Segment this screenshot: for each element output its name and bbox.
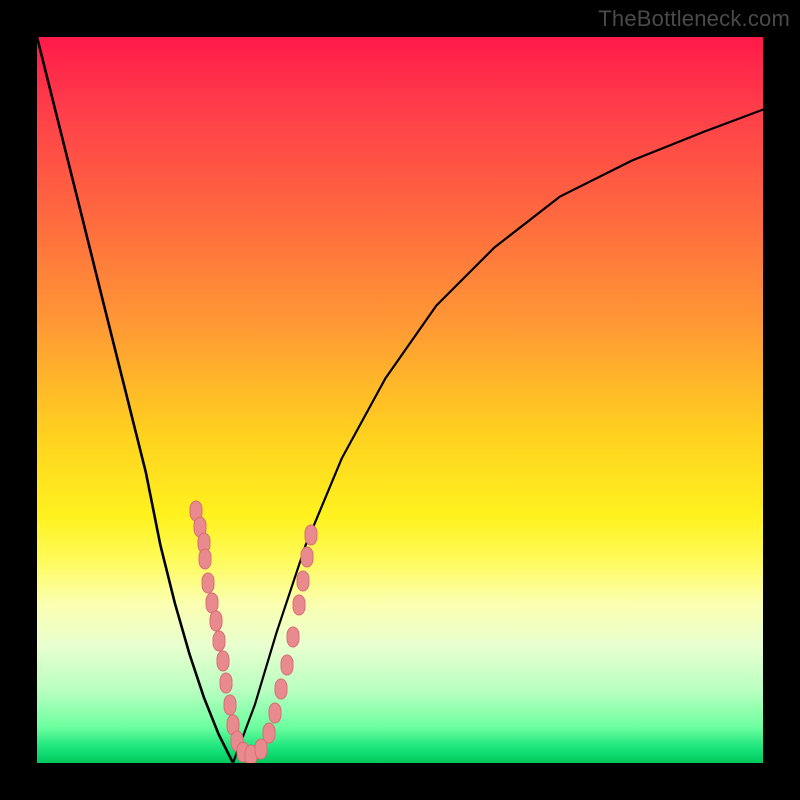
marker-dot [202,573,214,593]
marker-dot [269,703,281,723]
marker-dot [199,549,211,569]
marker-dot [220,673,232,693]
marker-dot [275,679,287,699]
curve-left-curve [37,37,233,763]
marker-dot [293,595,305,615]
marker-dot [206,593,218,613]
marker-dot [213,631,225,651]
marker-dot [255,739,267,759]
plot-area [37,37,763,763]
watermark-text: TheBottleneck.com [598,6,790,32]
marker-dot [305,525,317,545]
marker-dot [224,695,236,715]
curve-group [37,37,763,763]
marker-dot [210,611,222,631]
marker-dot [297,571,309,591]
curve-right-curve [233,110,763,763]
marker-dot [263,723,275,743]
marker-dot [287,627,299,647]
marker-group [190,501,317,763]
chart-svg [37,37,763,763]
marker-dot [217,651,229,671]
outer-frame: TheBottleneck.com [0,0,800,800]
marker-dot [301,547,313,567]
marker-dot [281,655,293,675]
